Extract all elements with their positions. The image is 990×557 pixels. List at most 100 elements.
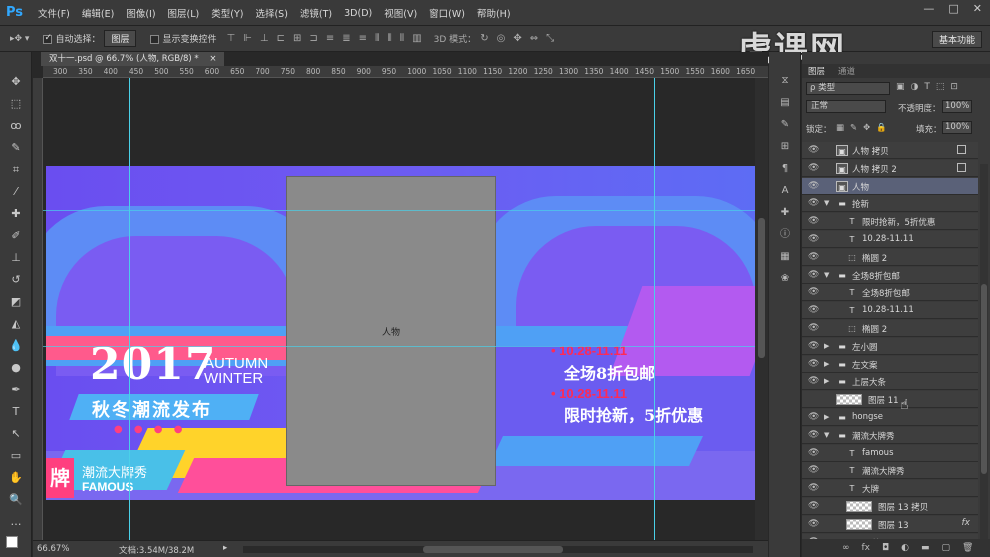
canvas-vertical-scrollbar[interactable] [755,78,768,540]
shape-tool-icon[interactable]: ▭ [8,448,24,464]
visibility-eye-icon[interactable]: 👁 [808,448,819,458]
pen-tool-icon[interactable]: ✒ [8,382,24,398]
expand-arrow-down-icon[interactable]: ▼ [824,199,829,207]
visibility-eye-icon[interactable]: 👁 [808,198,819,208]
eraser-tool-icon[interactable]: ◩ [8,294,24,310]
visibility-eye-icon[interactable]: 👁 [808,501,819,511]
maximize-button[interactable]: □ [948,2,958,15]
align-top-icon[interactable]: ⊤ [226,33,235,44]
close-button[interactable]: ✕ [973,2,982,15]
menu-item[interactable]: 帮助(H) [477,6,511,20]
visibility-eye-icon[interactable]: 👁 [808,287,819,297]
visibility-eye-icon[interactable]: 👁 [808,305,819,315]
menu-item[interactable]: 编辑(E) [82,6,114,20]
visibility-eye-icon[interactable]: 👁 [808,376,819,386]
layer-row[interactable]: 👁 ▣ 人物 拷贝 [802,142,978,159]
lock-position-icon[interactable]: ✥ [863,123,870,133]
styles-panel-icon[interactable]: ▦ [778,250,792,264]
path-select-icon[interactable]: ↖ [8,426,24,442]
guide-horizontal-top[interactable] [43,210,755,211]
scrollbar-thumb[interactable] [758,218,765,358]
shape-filter-icon[interactable]: ⬚ [936,82,945,92]
gradient-tool-icon[interactable]: ◭ [8,316,24,332]
distribute-center-icon[interactable]: ≣ [342,33,350,44]
expand-arrow-right-icon[interactable]: ▶ [824,413,829,421]
expand-arrow-down-icon[interactable]: ▼ [824,271,829,279]
align-vcenter-icon[interactable]: ⊩ [243,33,252,44]
layer-row[interactable]: 👁 T 10.28-11.11 [802,231,978,248]
character-panel-icon[interactable]: A [778,184,792,198]
crop-tool-icon[interactable]: ⌗ [8,162,24,178]
layers-scroll-thumb[interactable] [981,284,987,474]
layers-tab[interactable]: 图层 [808,65,825,77]
type-tool-icon[interactable]: T [8,404,24,420]
history-brush-icon[interactable]: ↺ [8,272,24,288]
lasso-tool-icon[interactable]: ꝏ [8,118,24,134]
close-tab-icon[interactable]: × [209,54,216,64]
info-panel-icon[interactable]: ⓘ [778,228,792,242]
visibility-eye-icon[interactable]: 👁 [808,483,819,493]
visibility-eye-icon[interactable]: 👁 [808,359,819,369]
new-layer-icon[interactable]: ▢ [942,543,951,553]
minimize-button[interactable]: — [923,2,934,15]
visibility-eye-icon[interactable]: 👁 [808,145,819,155]
layer-row[interactable]: 👁 ⬚ 椭圆 2 [802,320,978,337]
smart-filter-icon[interactable]: ⊡ [950,82,958,92]
menu-item[interactable]: 文件(F) [38,6,70,20]
align-left-icon[interactable]: ⊏ [277,33,285,44]
expand-arrow-down-icon[interactable]: ▼ [824,431,829,439]
scale-3d-icon[interactable]: ⤡ [546,33,554,44]
menu-item[interactable]: 3D(D) [344,8,372,19]
auto-select-checkbox[interactable]: 自动选择： [43,32,100,45]
zoom-level[interactable]: 66.67% [37,544,69,554]
adjust-panel-icon[interactable]: ✚ [778,206,792,220]
healing-tool-icon[interactable]: ✚ [8,206,24,222]
layer-row[interactable]: 👁 Tfamous [802,444,978,462]
distribute-left-icon[interactable]: ⦀ [375,33,379,44]
visibility-eye-icon[interactable]: 👁 [808,465,819,475]
delete-layer-icon[interactable]: 🗑 [962,543,973,553]
layer-fx-icon[interactable]: fx [962,518,971,528]
type-filter-icon[interactable]: T [924,82,930,92]
add-mask-icon[interactable]: ◘ [882,543,889,553]
stamp-tool-icon[interactable]: ⊥ [8,250,24,266]
opacity-input[interactable]: 100% [942,100,972,113]
new-adjustment-icon[interactable]: ◐ [901,543,909,553]
auto-select-dropdown[interactable]: 图层 [104,30,137,47]
properties-panel-icon[interactable]: ▤ [778,96,792,110]
menu-item[interactable]: 类型(Y) [211,6,243,20]
swatches-panel-icon[interactable]: ❀ [778,272,792,286]
align-right-icon[interactable]: ⊐ [309,33,317,44]
lock-all-icon[interactable]: 🔒 [876,123,887,133]
canvas-area[interactable]: 人物 2017 AUTUMN WINTER 秋冬潮流发布 ● ● ● ● • 1… [43,78,755,540]
blend-mode-dropdown[interactable]: 正常 [806,100,886,113]
hand-tool-icon[interactable]: ✋ [8,470,24,486]
align-bottom-icon[interactable]: ⊥ [260,33,269,44]
move-tool-icon[interactable]: ▸✥ ▾ [10,34,29,44]
menu-item[interactable]: 图像(I) [126,6,155,20]
layer-row[interactable]: 👁 T 大牌 [802,480,978,498]
menu-item[interactable]: 视图(V) [384,6,417,20]
lock-pixels-icon[interactable]: ✎ [850,123,857,133]
rotate-3d-icon[interactable]: ↻ [480,33,488,44]
more-tools-icon[interactable]: … [8,514,24,530]
guide-vertical-left[interactable] [129,78,130,540]
distribute-right-icon[interactable]: ⦀ [400,33,404,44]
layer-row[interactable]: 👁 ▣ 人物 [802,177,978,195]
fill-input[interactable]: 100% [942,121,972,134]
expand-arrow-right-icon[interactable]: ▶ [824,342,829,350]
add-style-icon[interactable]: fx [862,543,871,553]
blur-tool-icon[interactable]: 💧 [8,338,24,354]
brush-panel-icon[interactable]: ✎ [778,118,792,132]
distribute-bottom-icon[interactable]: ≡ [359,33,367,44]
marquee-tool-icon[interactable]: ⬚ [8,96,24,112]
layer-row[interactable]: 👁 ▼ ▬ 潮流大牌秀 [802,426,978,444]
layer-row[interactable]: 👁 图层 13 fx [802,515,978,533]
dodge-tool-icon[interactable]: ● [8,360,24,376]
banner-artwork[interactable]: 人物 2017 AUTUMN WINTER 秋冬潮流发布 ● ● ● ● • 1… [46,166,755,500]
visibility-eye-icon[interactable]: 👁 [808,163,819,173]
zoom-tool-icon[interactable]: 🔍 [8,492,24,508]
layer-row[interactable]: 👁 ⬚ 椭圆 2 [802,248,978,266]
visibility-eye-icon[interactable]: 👁 [808,430,819,440]
slide-3d-icon[interactable]: ⇔ [530,33,538,44]
